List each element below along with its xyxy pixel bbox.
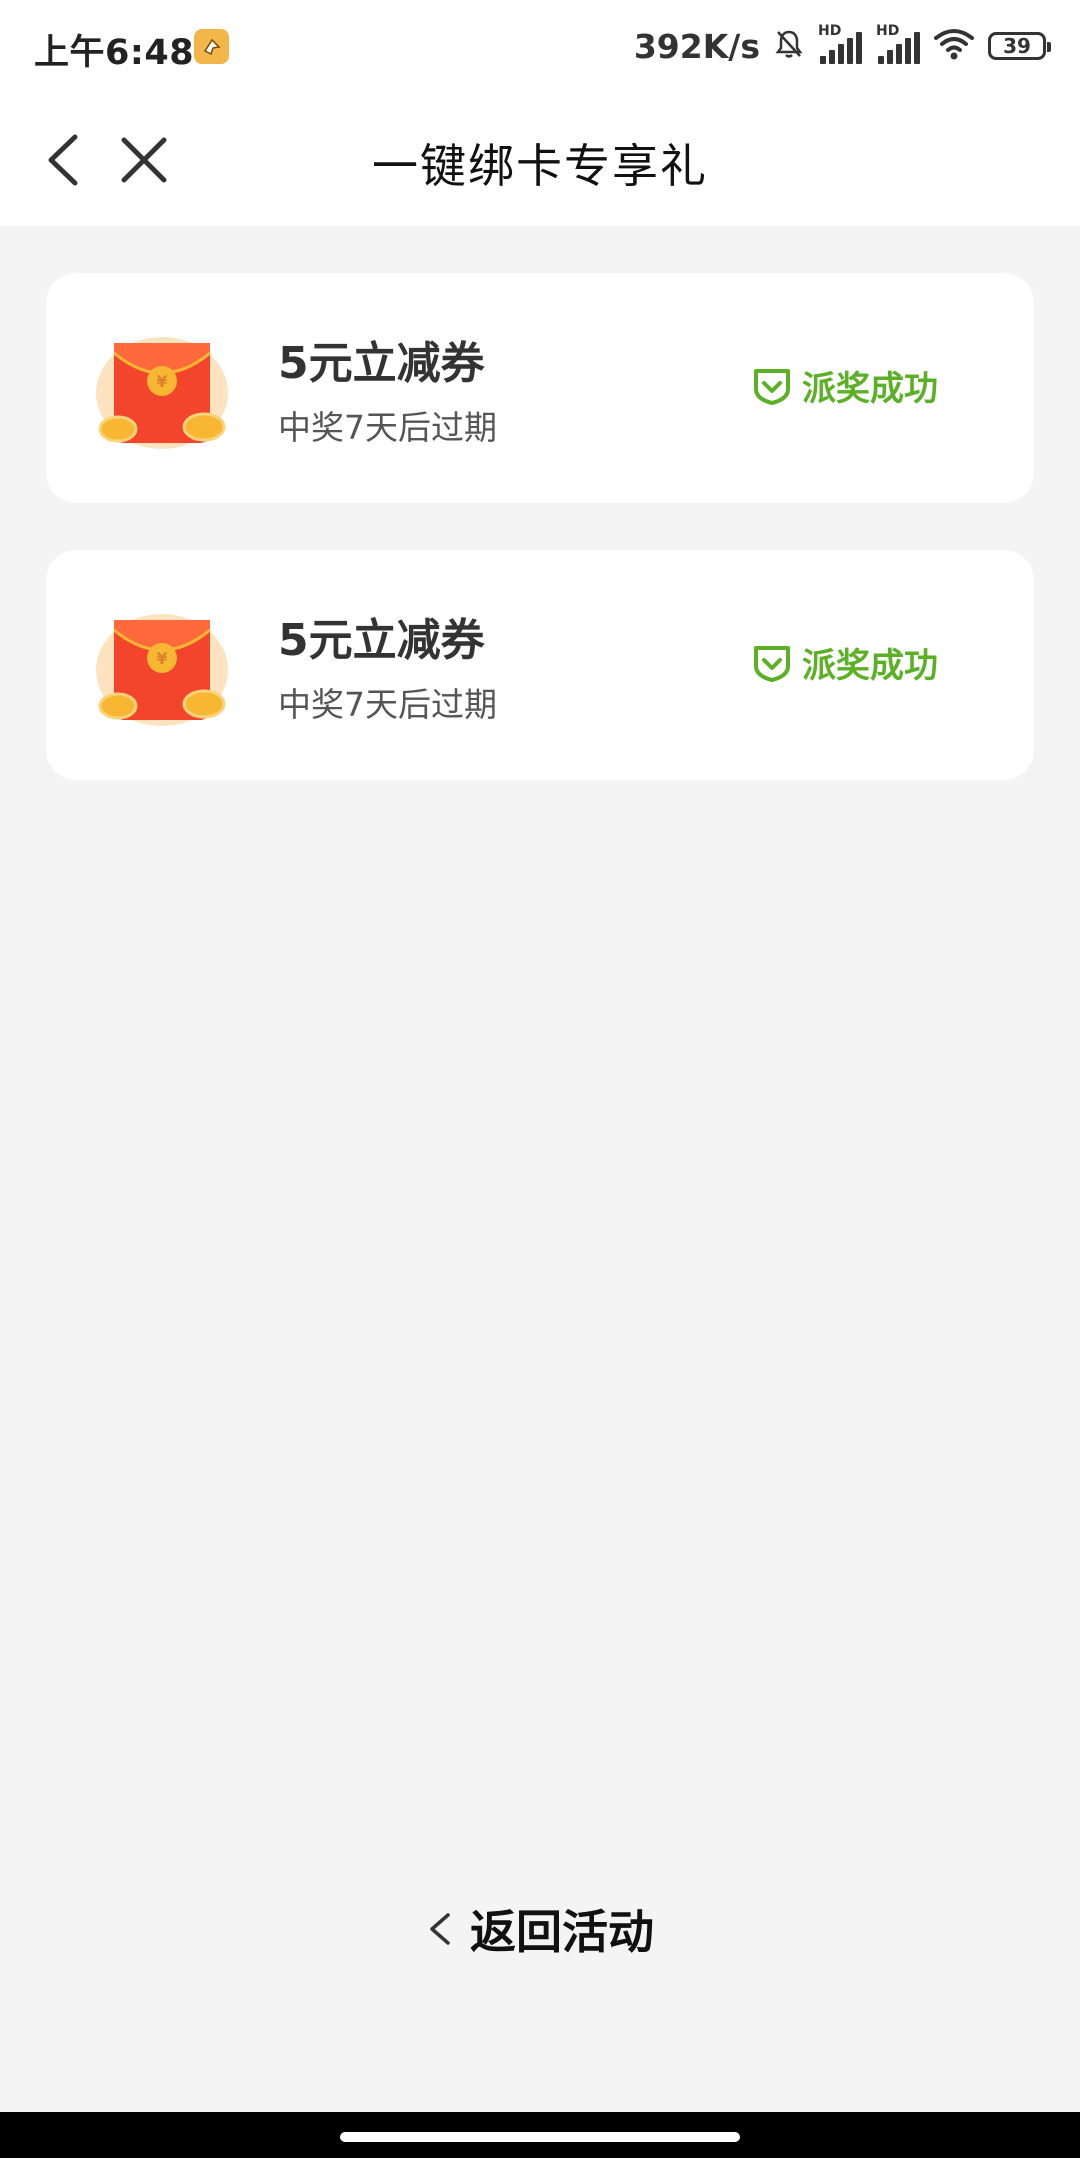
status-badge: 派奖成功 <box>752 638 938 687</box>
wifi-icon <box>934 28 974 64</box>
battery-icon: 39 <box>988 32 1051 60</box>
status-indicators: 392K/s HD HD 39 <box>633 22 1051 70</box>
network-speed: 392K/s <box>633 26 760 66</box>
reward-title: 5元立减券 <box>278 338 485 389</box>
status-bar: 上午6:48 392K/s HD HD 39 <box>0 0 1080 92</box>
back-to-activity-link[interactable]: 返回活动 <box>0 1896 1080 1962</box>
svg-text:¥: ¥ <box>156 649 167 668</box>
status-text: 派奖成功 <box>802 369 938 409</box>
red-envelope-icon: ¥ <box>92 333 232 453</box>
signal-2-icon: HD <box>876 24 920 64</box>
home-indicator[interactable] <box>340 2132 740 2142</box>
status-badge: 派奖成功 <box>752 361 938 410</box>
reward-expiry: 中奖7天后过期 <box>278 685 497 724</box>
battery-level: 39 <box>1003 34 1031 58</box>
signal-1-icon: HD <box>818 24 862 64</box>
chevron-left-icon <box>430 1913 450 1945</box>
check-shield-icon <box>754 645 790 682</box>
check-shield-icon <box>754 368 790 405</box>
status-time: 上午6:48 <box>34 33 195 73</box>
svg-text:¥: ¥ <box>156 372 167 391</box>
app-notification-icon <box>194 29 229 64</box>
title-bar: 一键绑卡专享礼 <box>0 92 1080 226</box>
reward-card: ¥ 5元立减券 中奖7天后过期 派奖成功 <box>46 550 1034 780</box>
page-title: 一键绑卡专享礼 <box>372 139 708 193</box>
gesture-nav-bar <box>0 2112 1080 2158</box>
status-text: 派奖成功 <box>802 646 938 686</box>
back-to-activity-label: 返回活动 <box>470 1905 654 1959</box>
reward-expiry: 中奖7天后过期 <box>278 408 497 447</box>
reward-title: 5元立减券 <box>278 615 485 666</box>
reward-card: ¥ 5元立减券 中奖7天后过期 派奖成功 <box>46 273 1034 503</box>
bell-muted-icon <box>774 28 804 64</box>
red-envelope-icon: ¥ <box>92 610 232 730</box>
